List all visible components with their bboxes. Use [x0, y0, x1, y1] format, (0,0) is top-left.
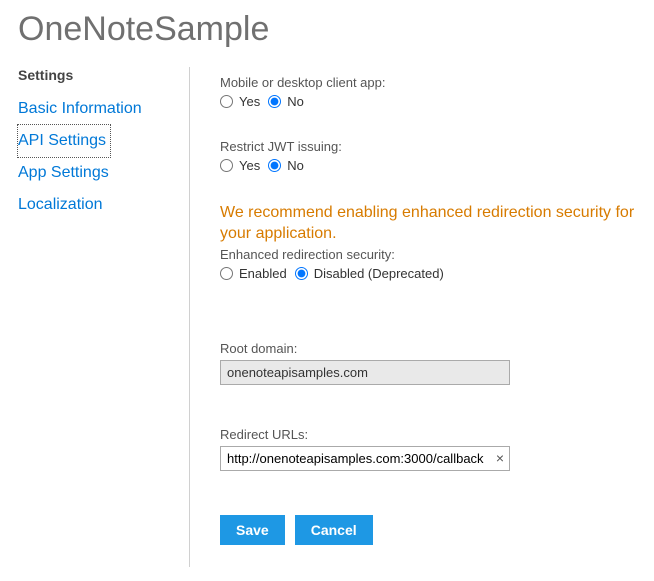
sidebar-item-localization[interactable]: Localization	[18, 189, 107, 221]
mobile-desktop-yes[interactable]: Yes	[220, 94, 260, 109]
mobile-desktop-no-radio[interactable]	[268, 95, 281, 108]
enhanced-disabled-radio[interactable]	[295, 267, 308, 280]
mobile-desktop-yes-radio[interactable]	[220, 95, 233, 108]
sidebar-item-app-settings[interactable]: App Settings	[18, 157, 113, 189]
save-button[interactable]: Save	[220, 515, 285, 545]
settings-sidebar: Settings Basic Information API Settings …	[18, 67, 190, 567]
enhanced-security-label: Enhanced redirection security:	[220, 247, 638, 262]
sidebar-item-basic-information[interactable]: Basic Information	[18, 93, 146, 125]
mobile-desktop-no[interactable]: No	[268, 94, 304, 109]
enhanced-disabled-label: Disabled (Deprecated)	[314, 266, 444, 281]
restrict-jwt-yes-label: Yes	[239, 158, 260, 173]
security-recommendation: We recommend enabling enhanced redirecti…	[220, 203, 638, 245]
mobile-desktop-no-label: No	[287, 94, 304, 109]
cancel-button[interactable]: Cancel	[295, 515, 373, 545]
enhanced-enabled-radio[interactable]	[220, 267, 233, 280]
mobile-desktop-yes-label: Yes	[239, 94, 260, 109]
enhanced-disabled[interactable]: Disabled (Deprecated)	[295, 266, 444, 281]
mobile-desktop-label: Mobile or desktop client app:	[220, 75, 638, 90]
restrict-jwt-no[interactable]: No	[268, 158, 304, 173]
enhanced-enabled-label: Enabled	[239, 266, 287, 281]
sidebar-item-api-settings[interactable]: API Settings	[18, 125, 110, 157]
enhanced-enabled[interactable]: Enabled	[220, 266, 287, 281]
restrict-jwt-label: Restrict JWT issuing:	[220, 139, 638, 154]
main-panel: Mobile or desktop client app: Yes No Res…	[190, 67, 654, 567]
clear-input-icon[interactable]: ×	[496, 451, 504, 465]
page-title: OneNoteSample	[0, 0, 654, 67]
redirect-url-input[interactable]	[220, 446, 510, 471]
root-domain-input	[220, 360, 510, 385]
restrict-jwt-yes[interactable]: Yes	[220, 158, 260, 173]
restrict-jwt-yes-radio[interactable]	[220, 159, 233, 172]
restrict-jwt-no-label: No	[287, 158, 304, 173]
redirect-urls-label: Redirect URLs:	[220, 427, 638, 442]
restrict-jwt-no-radio[interactable]	[268, 159, 281, 172]
sidebar-heading: Settings	[18, 67, 189, 83]
root-domain-label: Root domain:	[220, 341, 638, 356]
